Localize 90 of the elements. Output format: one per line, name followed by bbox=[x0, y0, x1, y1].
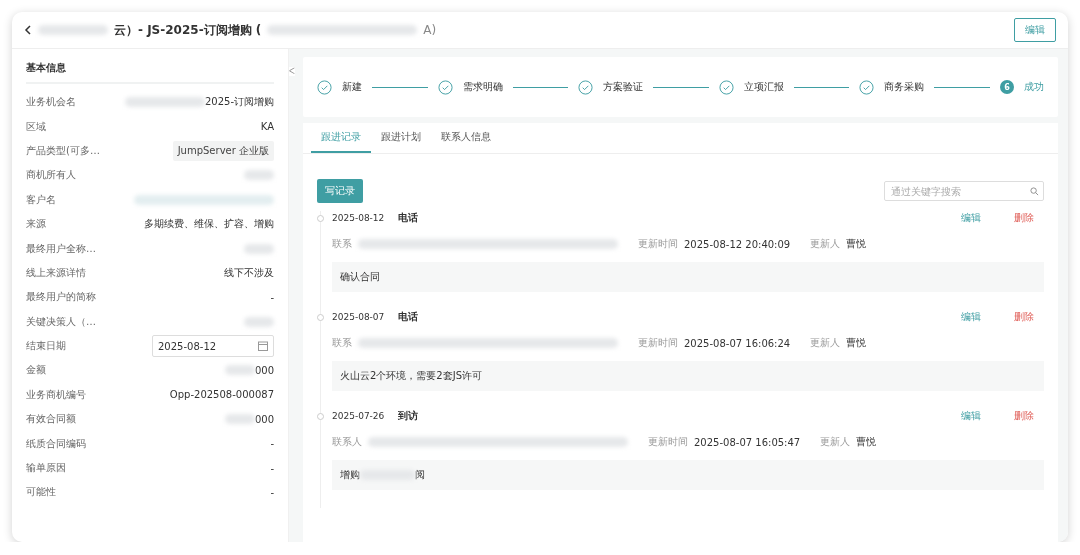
field-value: 000 bbox=[254, 413, 274, 425]
search-icon bbox=[1030, 186, 1039, 196]
time-label: 更新时间 bbox=[638, 336, 678, 350]
step-label: 商务采购 bbox=[884, 80, 925, 94]
field-label: 有效合同额 bbox=[26, 412, 76, 427]
field-value: - bbox=[270, 291, 274, 303]
field-label: 产品类型(可多… bbox=[26, 143, 100, 158]
blurred-value bbox=[224, 365, 255, 376]
blurred-title bbox=[38, 25, 108, 35]
update-time: 2025-08-07 16:05:47 bbox=[694, 436, 801, 448]
timeline-dot bbox=[317, 215, 324, 222]
edit-link[interactable]: 编辑 bbox=[961, 409, 981, 423]
record-type: 到访 bbox=[398, 409, 419, 423]
field-label: 金额 bbox=[26, 363, 46, 378]
field-label: 区域 bbox=[26, 119, 46, 134]
tab[interactable]: 联系人信息 bbox=[431, 123, 501, 153]
contact-label: 联系人 bbox=[332, 435, 362, 449]
delete-link[interactable]: 删除 bbox=[1014, 409, 1034, 423]
section-title: 基本信息 bbox=[26, 57, 274, 84]
note-text: 增购 bbox=[340, 468, 360, 482]
time-label: 更新时间 bbox=[638, 237, 678, 251]
time-label: 更新时间 bbox=[648, 435, 688, 449]
field-label: 来源 bbox=[26, 217, 46, 232]
field-label: 客户名 bbox=[26, 192, 56, 207]
page-title-end: A) bbox=[423, 23, 437, 37]
field-value: - bbox=[270, 462, 274, 474]
collapse-toggle[interactable]: ᐸ bbox=[289, 67, 295, 76]
field-value: 多期续费、维保、扩容、增购 bbox=[144, 217, 274, 232]
timeline-dot bbox=[317, 413, 324, 420]
step-label: 新建 bbox=[342, 80, 362, 94]
note-text: 阅 bbox=[415, 468, 425, 482]
record-date: 2025-08-12 bbox=[332, 213, 385, 223]
updater-label: 更新人 bbox=[820, 435, 851, 449]
field-label: 输单原因 bbox=[26, 461, 66, 476]
record-type: 电话 bbox=[398, 211, 419, 225]
product-tag: JumpServer 企业版 bbox=[172, 140, 274, 161]
note-text: 火山云2个环境，需要2套JS许可 bbox=[340, 369, 483, 383]
blurred-value bbox=[244, 243, 274, 254]
step-label: 方案验证 bbox=[603, 80, 644, 94]
edit-link[interactable]: 编辑 bbox=[961, 310, 981, 324]
update-time: 2025-08-07 16:06:24 bbox=[684, 337, 791, 349]
tab[interactable]: 跟进记录 bbox=[311, 123, 371, 153]
update-time: 2025-08-12 20:40:09 bbox=[684, 238, 791, 250]
field-value: 000 bbox=[254, 365, 274, 376]
field-value: KA bbox=[260, 121, 274, 133]
step-label: 需求明确 bbox=[462, 80, 503, 94]
search-field[interactable]: 通过关键字搜索 bbox=[884, 181, 1044, 201]
field-label: 线上来源详情 bbox=[26, 265, 86, 280]
step-number: 6 bbox=[999, 80, 1014, 94]
blurred-value bbox=[244, 170, 274, 181]
page-title: 云）- JS-2025-订阅增购 ( bbox=[114, 21, 262, 39]
delete-link[interactable]: 删除 bbox=[1014, 211, 1034, 225]
write-record-button[interactable]: 写记录 bbox=[317, 179, 363, 203]
record-type: 电话 bbox=[398, 310, 419, 324]
field-label: 结束日期 bbox=[26, 339, 66, 354]
field-value: 2025-订阅增购 bbox=[204, 95, 274, 110]
blurred-value bbox=[244, 316, 274, 327]
timeline-dot bbox=[317, 314, 324, 321]
updater-label: 更新人 bbox=[810, 336, 841, 350]
field-label: 最终用户全称… bbox=[26, 241, 96, 256]
calendar-icon bbox=[258, 341, 268, 352]
field-label: 业务机会名 bbox=[26, 95, 76, 110]
field-label: 关键决策人（… bbox=[26, 314, 96, 329]
date-field[interactable]: 2025-08-12 bbox=[152, 335, 274, 358]
field-label: 纸质合同编码 bbox=[26, 436, 86, 451]
blurred-value bbox=[224, 414, 255, 425]
updater-name: 曹悦 bbox=[846, 336, 867, 350]
field-value: 线下不涉及 bbox=[224, 265, 274, 280]
back-icon[interactable] bbox=[24, 25, 32, 35]
record-date: 2025-08-07 bbox=[332, 312, 385, 322]
contact-label: 联系 bbox=[332, 237, 352, 251]
delete-link[interactable]: 删除 bbox=[1014, 310, 1034, 324]
edit-link[interactable]: 编辑 bbox=[961, 211, 981, 225]
note-text: 确认合同 bbox=[340, 270, 380, 284]
field-label: 商机所有人 bbox=[26, 168, 76, 183]
contact-label: 联系 bbox=[332, 336, 352, 350]
field-value: Opp-202508-000087 bbox=[169, 389, 274, 401]
field-label: 可能性 bbox=[26, 485, 56, 500]
edit-button[interactable]: 编辑 bbox=[1014, 18, 1056, 42]
updater-name: 曹悦 bbox=[856, 435, 877, 449]
field-label: 业务商机编号 bbox=[26, 387, 86, 402]
updater-name: 曹悦 bbox=[846, 237, 867, 251]
field-value: - bbox=[270, 486, 274, 498]
record-date: 2025-07-26 bbox=[332, 411, 385, 421]
field-value: - bbox=[270, 438, 274, 450]
step-label: 立项汇报 bbox=[743, 80, 784, 94]
tab[interactable]: 跟进计划 bbox=[371, 123, 431, 153]
step-label: 成功 bbox=[1023, 80, 1044, 94]
updater-label: 更新人 bbox=[810, 237, 841, 251]
field-label: 最终用户的简称 bbox=[26, 290, 96, 305]
